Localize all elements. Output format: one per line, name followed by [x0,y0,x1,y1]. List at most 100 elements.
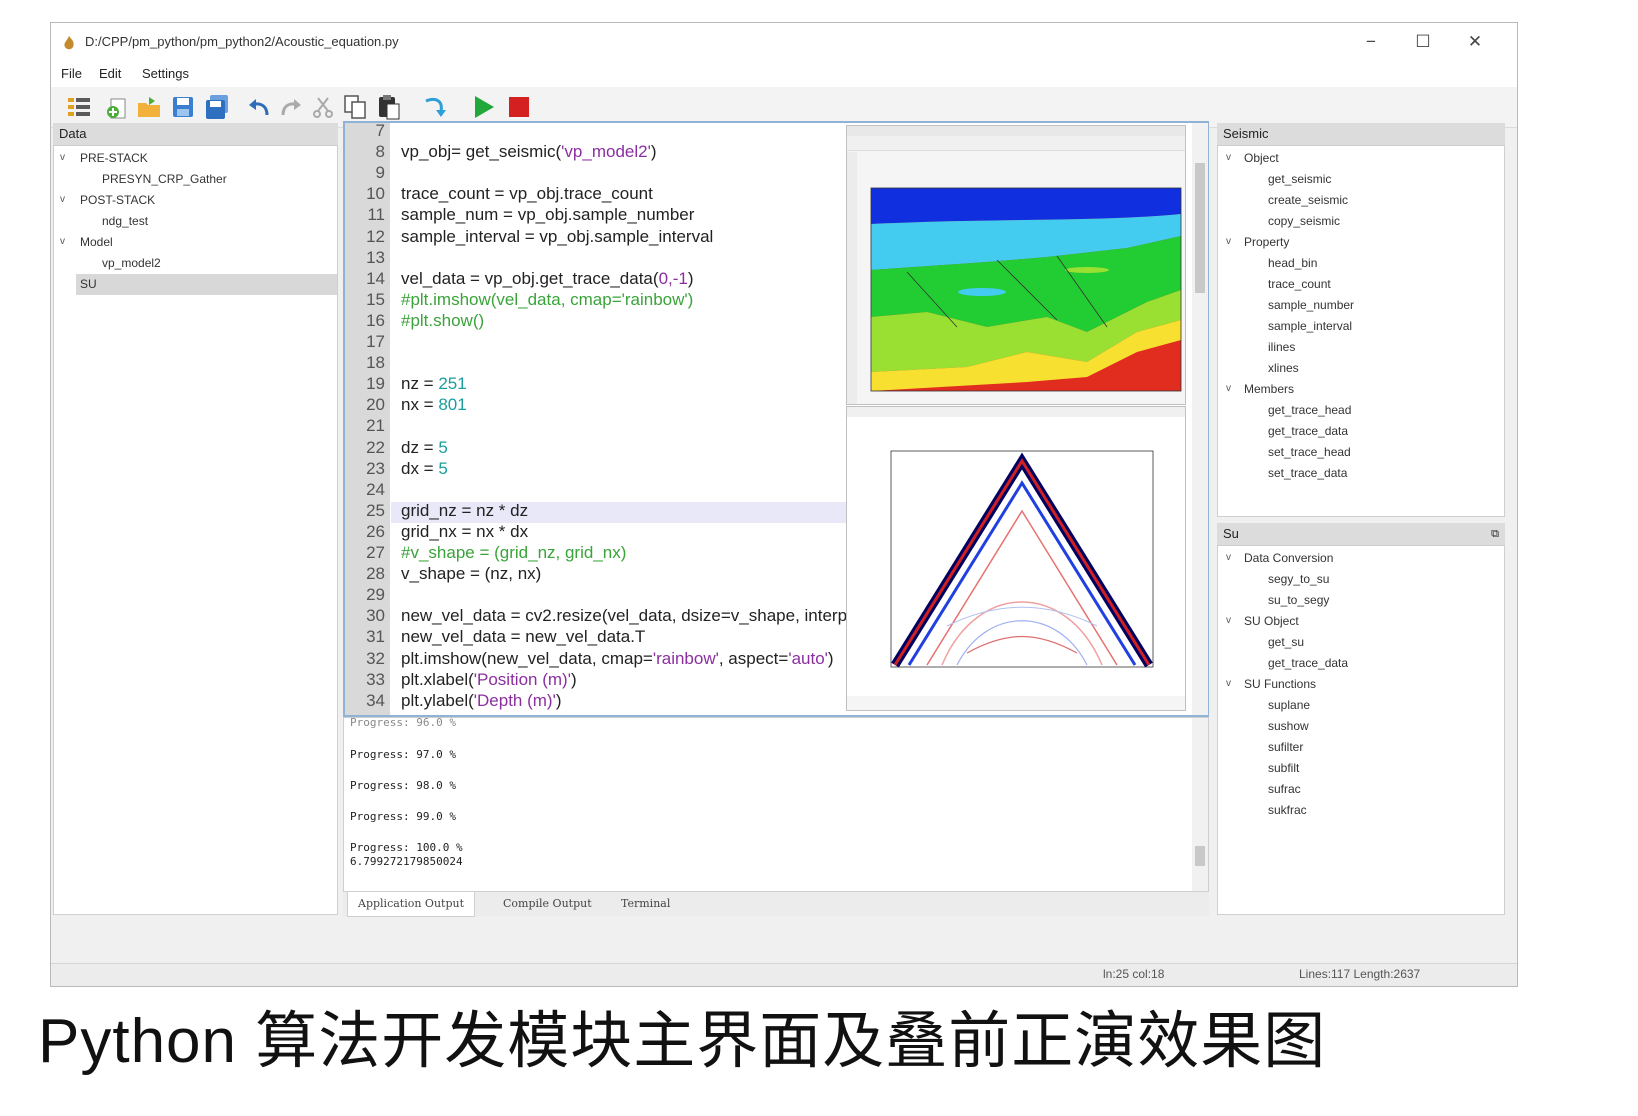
code-line[interactable]: vp_obj= get_seismic('vp_model2') [401,142,657,162]
line-number: 12 [366,226,385,246]
copy-icon[interactable] [341,93,369,121]
code-line[interactable]: grid_nx = nx * dx [401,522,528,542]
tree-item-presyn-crp-gather[interactable]: PRESYN_CRP_Gather [102,170,227,188]
code-line[interactable]: sample_num = vp_obj.sample_number [401,205,694,225]
scrollbar-thumb[interactable] [1195,846,1205,866]
tree-item-sushow[interactable]: sushow [1268,717,1309,735]
scrollbar-thumb[interactable] [1195,163,1205,293]
tree-item-data-conversion[interactable]: Data Conversion [1244,549,1333,567]
code-line[interactable]: plt.imshow(new_vel_data, cmap='rainbow',… [401,649,834,669]
stop-icon[interactable] [505,93,533,121]
open-folder-icon[interactable] [135,93,163,121]
velocity-model-figure-window[interactable] [846,125,1186,405]
line-number: 18 [366,353,385,373]
tree-item-vp-model2[interactable]: vp_model2 [102,254,161,272]
redo-icon[interactable] [277,93,305,121]
code-line[interactable]: trace_count = vp_obj.trace_count [401,184,653,204]
chevron-down-icon[interactable]: v [1226,678,1231,689]
tree-item-copy-seismic[interactable]: copy_seismic [1268,212,1340,230]
code-line[interactable]: new_vel_data = new_vel_data.T [401,627,645,647]
code-line[interactable]: nz = 251 [401,374,467,394]
step-icon[interactable] [421,93,449,121]
chevron-down-icon[interactable]: v [60,194,65,205]
tree-item-subfilt[interactable]: subfilt [1268,759,1299,777]
tree-item-sample-interval[interactable]: sample_interval [1268,317,1352,335]
code-line[interactable]: plt.ylabel('Depth (m)') [401,691,562,711]
code-line[interactable]: vel_data = vp_obj.get_trace_data(0,-1) [401,269,694,289]
tree-item-get-trace-head[interactable]: get_trace_head [1268,401,1351,419]
save-icon[interactable] [169,93,197,121]
tree-item-pre-stack[interactable]: PRE-STACK [80,149,148,167]
tree-item-get-su[interactable]: get_su [1268,633,1304,651]
tree-item-su-to-segy[interactable]: su_to_segy [1268,591,1329,609]
menu-edit[interactable]: Edit [99,66,121,81]
new-file-icon[interactable] [103,93,131,121]
code-line[interactable]: #v_shape = (grid_nz, grid_nx) [401,543,626,563]
code-line[interactable]: nx = 801 [401,395,467,415]
tree-item-property[interactable]: Property [1244,233,1289,251]
close-button[interactable]: ✕ [1461,30,1489,54]
tree-item-get-seismic[interactable]: get_seismic [1268,170,1331,188]
tree-item-su[interactable]: SU [80,275,97,293]
run-icon[interactable] [469,93,497,121]
figure-navigation-toolbar [847,696,1185,710]
maximize-button[interactable]: ☐ [1409,30,1437,54]
output-scrollbar[interactable] [1192,718,1208,891]
code-line[interactable]: #plt.show() [401,311,484,331]
menu-settings[interactable]: Settings [142,66,189,81]
tree-item-members[interactable]: Members [1244,380,1294,398]
save-all-icon[interactable] [203,93,231,121]
chevron-down-icon[interactable]: v [1226,615,1231,626]
code-line[interactable]: #plt.imshow(vel_data, cmap='rainbow') [401,290,693,310]
code-line[interactable]: grid_nz = nz * dz [401,501,528,521]
cut-icon[interactable] [309,93,337,121]
tab-application-output[interactable]: Application Output [347,892,475,917]
tree-item-set-trace-head[interactable]: set_trace_head [1268,443,1351,461]
tree-item-post-stack[interactable]: POST-STACK [80,191,155,209]
chevron-down-icon[interactable]: v [60,152,65,163]
tree-item-head-bin[interactable]: head_bin [1268,254,1317,272]
tree-item-get-trace-data[interactable]: get_trace_data [1268,422,1348,440]
code-line[interactable]: new_vel_data = cv2.resize(vel_data, dsiz… [401,606,847,626]
paste-icon[interactable] [375,93,403,121]
editor-scrollbar[interactable] [1192,123,1208,715]
minimize-button[interactable]: − [1357,30,1385,54]
list-icon[interactable] [65,93,93,121]
tree-item-set-trace-data[interactable]: set_trace_data [1268,464,1347,482]
tree-item-trace-count[interactable]: trace_count [1268,275,1331,293]
tree-item-ndg-test[interactable]: ndg_test [102,212,148,230]
tree-item-sample-number[interactable]: sample_number [1268,296,1354,314]
code-line[interactable]: sample_interval = vp_obj.sample_interval [401,227,713,247]
document-stats: Lines:117 Length:2637 [1299,967,1421,981]
tree-item-sukfrac[interactable]: sukfrac [1268,801,1307,819]
tree-item-su-functions[interactable]: SU Functions [1244,675,1316,693]
chevron-down-icon[interactable]: v [1226,552,1231,563]
chevron-down-icon[interactable]: v [1226,152,1231,163]
code-line[interactable]: v_shape = (nz, nx) [401,564,541,584]
tree-item-object[interactable]: Object [1244,149,1279,167]
chevron-down-icon[interactable]: v [1226,236,1231,247]
line-number: 27 [366,543,385,562]
seismogram-figure-window[interactable] [846,406,1186,711]
ide-window: D:/CPP/pm_python/pm_python2/Acoustic_equ… [50,22,1518,987]
tree-item-model[interactable]: Model [80,233,113,251]
undo-icon[interactable] [245,93,273,121]
chevron-down-icon[interactable]: v [60,236,65,247]
tab-compile-output[interactable]: Compile Output [493,892,602,916]
tree-item-sufilter[interactable]: sufilter [1268,738,1303,756]
undock-icon[interactable]: ⧉ [1491,523,1499,545]
tree-item-ilines[interactable]: ilines [1268,338,1295,356]
tree-item-su-object[interactable]: SU Object [1244,612,1299,630]
code-line[interactable]: dx = 5 [401,459,448,479]
code-line[interactable]: plt.xlabel('Position (m)') [401,670,577,690]
tree-item-get-trace-data[interactable]: get_trace_data [1268,654,1348,672]
tree-item-xlines[interactable]: xlines [1268,359,1299,377]
tree-item-sufrac[interactable]: sufrac [1268,780,1301,798]
tree-item-segy-to-su[interactable]: segy_to_su [1268,570,1329,588]
code-line[interactable]: dz = 5 [401,438,448,458]
menu-file[interactable]: File [61,66,82,81]
tree-item-suplane[interactable]: suplane [1268,696,1310,714]
tree-item-create-seismic[interactable]: create_seismic [1268,191,1348,209]
tab-terminal[interactable]: Terminal [611,892,680,916]
chevron-down-icon[interactable]: v [1226,383,1231,394]
